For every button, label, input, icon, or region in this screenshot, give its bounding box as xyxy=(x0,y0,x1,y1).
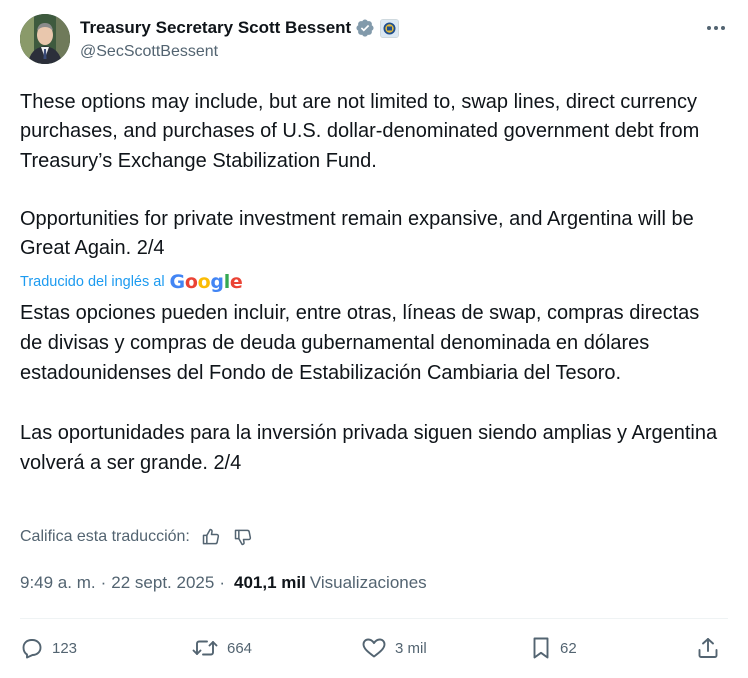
reply-count: 123 xyxy=(52,639,78,657)
rate-translation-label: Califica esta traducción: xyxy=(20,528,190,545)
translation-paragraph: Las oportunidades para la inversión priv… xyxy=(20,422,718,474)
divider xyxy=(20,618,728,619)
tweet-meta: 9:49 a. m. · 22 sept. 2025 · 401,1 mil V… xyxy=(20,573,427,593)
translation-paragraph: Estas opciones pueden incluir, entre otr… xyxy=(20,302,700,384)
meta-separator: · xyxy=(219,573,225,592)
share-icon xyxy=(698,638,718,658)
like-count: 3 mil xyxy=(395,639,427,657)
reply-button[interactable]: 123 xyxy=(20,630,77,666)
tweet-date[interactable]: 22 sept. 2025 xyxy=(111,573,214,593)
tweet-text: These options may include, but are not l… xyxy=(20,88,720,264)
share-button[interactable] xyxy=(696,630,720,666)
translated-by-label: Traducido del inglés al xyxy=(20,274,165,290)
action-bar: 123 664 3 mil 62 xyxy=(20,630,728,666)
rate-translation-row: Califica esta traducción: xyxy=(20,526,254,548)
author-names: Treasury Secretary Scott Bessent @SecSco… xyxy=(80,16,400,61)
bookmark-icon xyxy=(533,637,549,659)
thumbs-up-button[interactable] xyxy=(200,526,222,548)
thumbs-down-button[interactable] xyxy=(232,526,254,548)
meta-separator: · xyxy=(100,573,107,592)
tweet-time[interactable]: 9:49 a. m. xyxy=(20,573,96,593)
tweet-header: Treasury Secretary Scott Bessent @SecSco… xyxy=(20,14,730,66)
repost-button[interactable]: 664 xyxy=(191,630,252,666)
translated-by-link[interactable]: Traducido del inglés al Google xyxy=(20,271,243,293)
views-label: Visualizaciones xyxy=(309,573,427,592)
views-count: 401,1 mil xyxy=(233,573,306,592)
display-name-row: Treasury Secretary Scott Bessent xyxy=(80,16,400,40)
repost-count: 664 xyxy=(227,639,253,657)
translation-text: Estas opciones pueden incluir, entre otr… xyxy=(20,298,725,478)
display-name[interactable]: Treasury Secretary Scott Bessent xyxy=(80,18,351,38)
author-handle[interactable]: @SecScottBessent xyxy=(80,43,399,61)
tweet-paragraph: Opportunities for private investment rem… xyxy=(20,208,694,260)
heart-icon xyxy=(362,638,386,658)
thumbs-up-icon xyxy=(202,528,219,545)
like-button[interactable]: 3 mil xyxy=(361,630,427,666)
more-options-button[interactable] xyxy=(702,18,730,38)
verified-badge-icon[interactable] xyxy=(355,18,375,38)
thumbs-down-icon xyxy=(234,529,251,546)
more-horizontal-icon xyxy=(707,26,725,30)
repost-icon xyxy=(192,640,218,656)
treasury-seal-icon[interactable] xyxy=(380,18,400,38)
tweet-paragraph: These options may include, but are not l… xyxy=(20,91,700,172)
avatar[interactable] xyxy=(20,14,70,64)
avatar-image xyxy=(20,14,70,64)
bookmark-button[interactable]: 62 xyxy=(530,630,577,666)
bookmark-count: 62 xyxy=(560,639,577,657)
google-logo: Google xyxy=(169,271,243,293)
reply-icon xyxy=(22,639,42,659)
